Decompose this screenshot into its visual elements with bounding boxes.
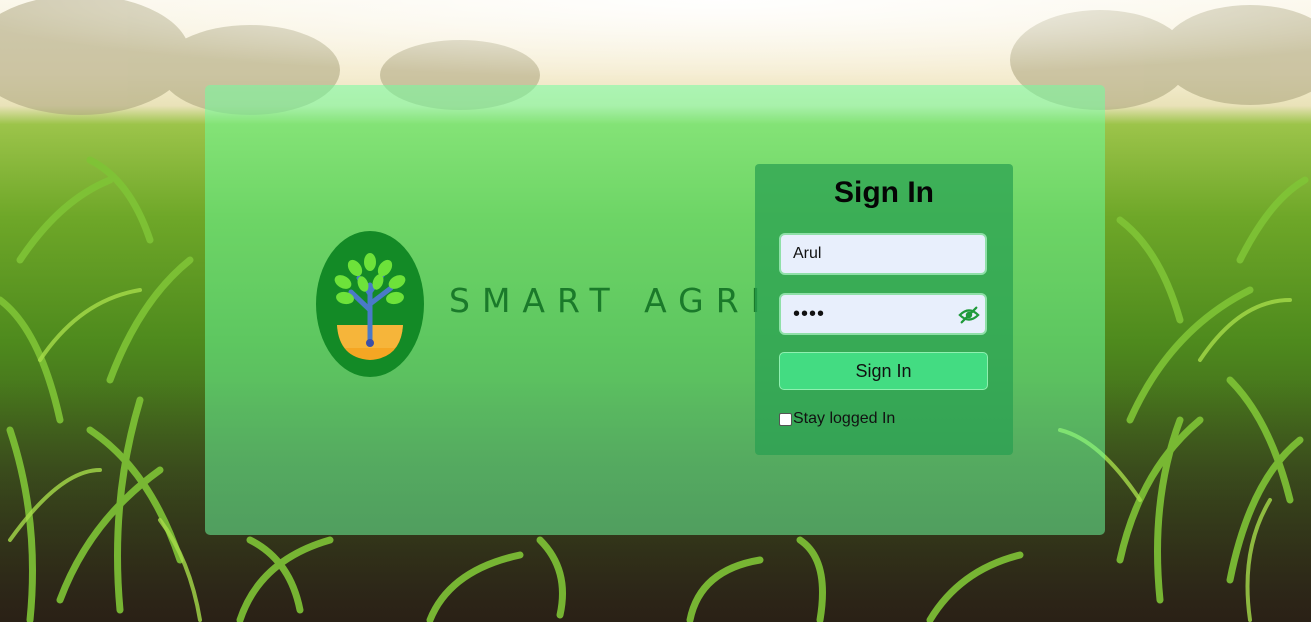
signin-panel: Sign In Arul •••• Sign In Stay logged In (755, 164, 1013, 455)
password-input[interactable]: •••• (779, 293, 987, 335)
signin-button[interactable]: Sign In (779, 352, 988, 390)
username-input[interactable]: Arul (779, 233, 987, 275)
login-card: SMART AGRI Sign In Arul •••• Sign In Sta… (205, 85, 1105, 535)
stay-logged-in[interactable]: Stay logged In (779, 410, 895, 428)
password-value: •••• (793, 302, 826, 325)
stay-logged-in-label: Stay logged In (793, 410, 896, 427)
eye-slash-icon[interactable] (958, 304, 980, 326)
username-value: Arul (793, 245, 822, 262)
signin-title: Sign In (834, 176, 934, 209)
stay-logged-in-checkbox[interactable] (779, 412, 792, 426)
brand-name: SMART AGRI (449, 281, 773, 320)
tree-in-shield-logo (315, 230, 425, 378)
